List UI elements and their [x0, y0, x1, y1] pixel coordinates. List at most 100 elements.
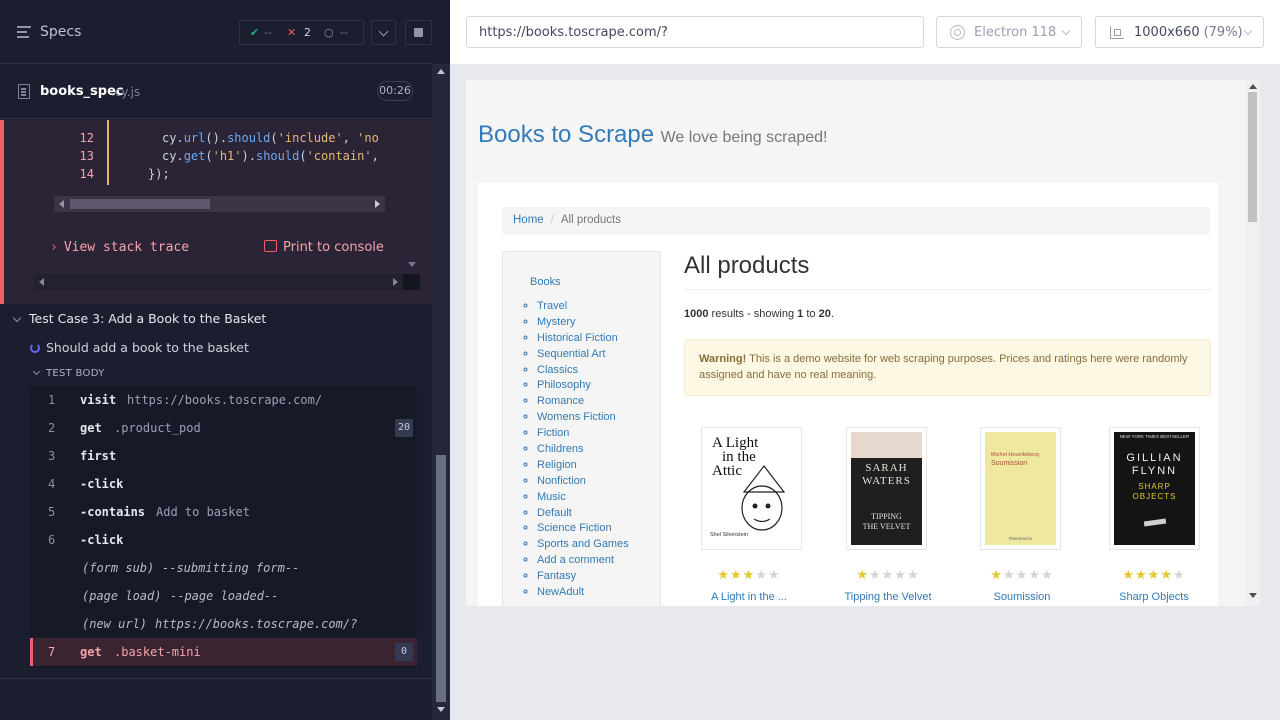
scroll-up-arrow-icon[interactable]	[437, 69, 445, 74]
site-brand-link[interactable]: Books to Scrape	[478, 121, 654, 148]
error-vertical-scrollbar[interactable]	[403, 120, 420, 270]
print-to-console-button[interactable]: Print to console	[264, 240, 384, 255]
reporter-scrollbar[interactable]	[432, 64, 450, 720]
error-horizontal-scrollbar[interactable]	[34, 274, 403, 290]
view-stack-trace-link[interactable]: › View stack trace	[50, 240, 189, 255]
command-row[interactable]: 4 -click	[30, 470, 417, 498]
category-link[interactable]: Romance	[537, 394, 629, 410]
command-row[interactable]: 6 -click	[30, 526, 417, 554]
scroll-up-arrow-icon[interactable]	[1249, 84, 1257, 89]
stop-button[interactable]	[405, 20, 432, 45]
star-rating: ★★★★★	[990, 567, 1054, 582]
menu-icon[interactable]	[17, 26, 31, 38]
chevron-down-icon	[1243, 26, 1253, 36]
terminal-icon	[264, 240, 277, 252]
category-sidebar: Books Travel Mystery Historical Fiction …	[502, 251, 661, 606]
test-case-row[interactable]: Should add a book to the basket	[30, 340, 249, 355]
razor-blade-graphic	[1143, 518, 1167, 527]
code-horizontal-scrollbar[interactable]	[54, 196, 385, 212]
category-link[interactable]: Womens Fiction	[537, 410, 629, 426]
category-link[interactable]: NewAdult	[537, 585, 629, 601]
event-row[interactable]: (form sub) --submitting form--	[30, 554, 417, 582]
breadcrumb-current: All products	[560, 214, 621, 226]
category-link[interactable]: Travel	[537, 299, 629, 315]
scroll-thumb[interactable]	[70, 199, 210, 209]
scroll-thumb[interactable]	[436, 455, 446, 702]
product-title-link[interactable]: A Light in the ...	[687, 591, 811, 603]
event-row[interactable]: (page load) --page loaded--	[30, 582, 417, 610]
specs-title[interactable]: Specs	[40, 24, 81, 40]
category-link[interactable]: Sports and Games	[537, 537, 629, 553]
warning-alert: Warning! This is a demo website for web …	[684, 339, 1211, 396]
test-body-toggle[interactable]: TEST BODY	[32, 367, 105, 379]
scroll-thumb[interactable]	[1248, 92, 1257, 222]
chevron-down-icon	[1061, 26, 1071, 36]
element-count-badge: 0	[395, 643, 413, 661]
aut-scrollbar[interactable]	[1246, 80, 1260, 606]
failed-command-row[interactable]: 7 get .basket-mini 0	[30, 638, 417, 666]
spec-extension: .cy.js	[111, 85, 141, 99]
url-display[interactable]: https://books.toscrape.com/?	[466, 16, 924, 48]
category-link[interactable]: Fantasy	[537, 569, 629, 585]
category-link[interactable]: Historical Fiction	[537, 331, 629, 347]
command-row[interactable]: 2 get .product_pod 20	[30, 414, 417, 442]
page-heading: All products	[684, 252, 810, 279]
scrollbar-corner	[403, 274, 420, 290]
category-link[interactable]: Music	[537, 490, 629, 506]
sidebar-books-link[interactable]: Books	[530, 276, 561, 288]
category-link[interactable]: Sequential Art	[537, 347, 629, 363]
chevron-down-icon	[12, 313, 22, 323]
chevron-right-icon: ›	[50, 240, 58, 255]
breadcrumb: Home / All products	[502, 207, 1210, 235]
category-link[interactable]: Add a comment	[537, 553, 629, 569]
category-link[interactable]: Mystery	[537, 315, 629, 331]
aut-toolbar: https://books.toscrape.com/? Electron 11…	[450, 0, 1280, 64]
star-rating: ★★★★★	[856, 567, 920, 582]
viewport-selector[interactable]: 1000x660 (79%)	[1095, 16, 1264, 48]
spec-bar: books_spec .cy.js 00:26	[0, 64, 432, 119]
ruler-icon	[1110, 26, 1124, 39]
book-cover-image[interactable]: A Light in the Attic Shel Silverstein	[701, 427, 802, 550]
book-cover-image[interactable]: SARAH WATERS TIPPING THE VELVET	[846, 427, 927, 550]
passed-count: --	[264, 26, 272, 39]
category-link[interactable]: Philosophy	[537, 378, 629, 394]
test-title[interactable]: Test Case 3: Add a Book to the Basket	[12, 311, 266, 326]
scroll-down-arrow-icon[interactable]	[408, 262, 416, 267]
reporter-panel: Specs ✔ -- ✕ 2 ○ -- books_spec .cy.js 00…	[0, 0, 450, 720]
command-row[interactable]: 3 first	[30, 442, 417, 470]
divider	[684, 289, 1212, 290]
category-link[interactable]: Science Fiction	[537, 521, 629, 537]
site-header: Books to Scrape We love being scraped!	[478, 121, 827, 149]
scroll-right-arrow-icon[interactable]	[393, 278, 398, 286]
product-title-link[interactable]: Tipping the Velvet	[826, 591, 950, 603]
scroll-down-arrow-icon[interactable]	[1249, 593, 1257, 598]
error-actions: › View stack trace Print to console	[50, 240, 390, 260]
element-count-badge: 20	[394, 419, 413, 437]
category-link[interactable]: Childrens	[537, 442, 629, 458]
scroll-left-arrow-icon[interactable]	[59, 200, 64, 208]
category-link[interactable]: Fiction	[537, 426, 629, 442]
page-content: Home/All products Books Travel Mystery H…	[478, 183, 1218, 606]
category-link[interactable]: Nonfiction	[537, 474, 629, 490]
scroll-right-arrow-icon[interactable]	[375, 200, 380, 208]
category-link[interactable]: Default	[537, 506, 629, 522]
collapse-chevron-button[interactable]	[371, 20, 396, 45]
breadcrumb-home-link[interactable]: Home	[513, 214, 544, 226]
scroll-down-arrow-icon[interactable]	[437, 707, 445, 712]
product-title-link[interactable]: Soumission	[960, 591, 1084, 603]
command-row[interactable]: 1 visit https://books.toscrape.com/	[30, 386, 417, 414]
book-cover-image[interactable]: Michel Houellebecq Soumission Flammarion	[980, 427, 1061, 550]
browser-selector[interactable]: Electron 118	[936, 16, 1082, 48]
book-cover-image[interactable]: NEW YORK TIMES BESTSELLER GILLIAN FLYNN …	[1109, 427, 1200, 550]
command-row[interactable]: 5 -contains Add to basket	[30, 498, 417, 526]
results-count: 1000 results - showing 1 to 20.	[684, 308, 834, 320]
product-title-link[interactable]: Sharp Objects	[1092, 591, 1216, 603]
event-row[interactable]: (new url) https://books.toscrape.com/?	[30, 610, 417, 638]
passed-check-icon: ✔	[250, 26, 260, 39]
category-link[interactable]: Classics	[537, 363, 629, 379]
running-spinner-icon	[30, 343, 40, 353]
category-link[interactable]: Religion	[537, 458, 629, 474]
chevron-down-icon	[32, 367, 41, 376]
scroll-left-arrow-icon[interactable]	[39, 278, 44, 286]
aut-iframe: Books to Scrape We love being scraped! H…	[466, 80, 1260, 606]
